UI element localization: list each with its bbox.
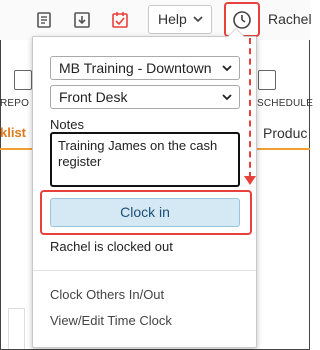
clock-in-button[interactable]: Clock in [50, 198, 240, 227]
notes-label: Notes [50, 117, 84, 132]
clock-others-link[interactable]: Clock Others In/Out [50, 287, 164, 302]
popover-divider [33, 270, 256, 271]
nav-label-reports[interactable]: REPO [0, 98, 29, 109]
popover-caret-fill [228, 29, 244, 37]
tab-products[interactable]: Produc [263, 125, 307, 141]
top-toolbar: Help Rachel [0, 0, 312, 40]
help-button-label: Help [158, 11, 187, 27]
location-select-value: MB Training - Downtown [59, 60, 212, 76]
report-icon[interactable] [35, 11, 53, 29]
annotation-arrow-line [249, 38, 251, 178]
checklist-icon[interactable] [111, 11, 129, 29]
annotation-arrow-head [244, 176, 256, 185]
role-select[interactable]: Front Desk [50, 85, 240, 109]
background-card [8, 308, 25, 349]
chevron-down-icon [222, 94, 232, 101]
view-edit-time-clock-link[interactable]: View/Edit Time Clock [50, 313, 172, 328]
chevron-down-icon [193, 16, 203, 23]
help-button[interactable]: Help [148, 5, 212, 34]
notes-textarea[interactable]: Training James on the cash register [50, 132, 240, 187]
clock-icon [233, 11, 251, 29]
location-select[interactable]: MB Training - Downtown [50, 56, 240, 80]
report-nav-icon [14, 70, 32, 90]
tab-checklist[interactable]: klist [0, 125, 26, 140]
time-clock-popover: MB Training - Downtown Front Desk Notes … [32, 28, 257, 348]
nav-label-schedule[interactable]: SCHEDULE [257, 98, 313, 109]
user-menu-name[interactable]: Rachel [268, 11, 312, 27]
role-select-value: Front Desk [59, 89, 128, 105]
chevron-down-icon [222, 65, 232, 72]
clock-status-text: Rachel is clocked out [50, 239, 173, 254]
download-icon[interactable] [73, 11, 91, 29]
schedule-nav-icon [258, 70, 276, 90]
